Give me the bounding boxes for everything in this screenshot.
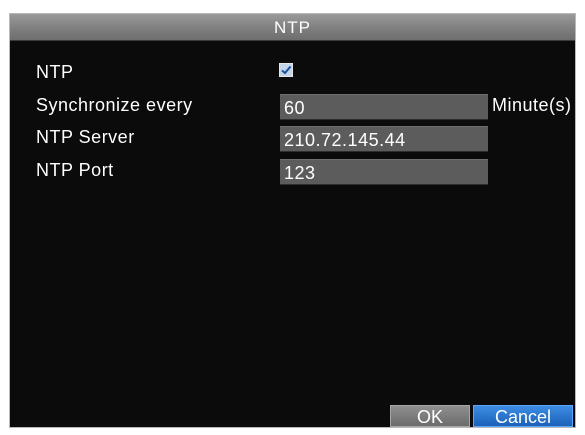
sync-interval-label: Synchronize every <box>36 95 193 115</box>
ntp-dialog: NTP NTP Synchronize every 60 Minute(s) N… <box>10 14 575 427</box>
ntp-server-label: NTP Server <box>36 127 135 147</box>
ntp-port-input[interactable]: 123 <box>280 159 488 185</box>
checkmark-icon <box>281 65 292 75</box>
ntp-server-input[interactable]: 210.72.145.44 <box>280 126 488 152</box>
dialog-title: NTP <box>274 18 311 37</box>
ntp-enable-checkbox[interactable] <box>279 63 293 77</box>
sync-interval-input[interactable]: 60 <box>280 94 488 120</box>
ntp-enable-label: NTP <box>36 62 74 82</box>
ntp-port-label: NTP Port <box>36 160 114 180</box>
title-bar: NTP <box>10 14 575 41</box>
ok-button[interactable]: OK <box>390 405 470 427</box>
cancel-button[interactable]: Cancel <box>473 405 573 427</box>
sync-interval-unit: Minute(s) <box>492 95 572 115</box>
